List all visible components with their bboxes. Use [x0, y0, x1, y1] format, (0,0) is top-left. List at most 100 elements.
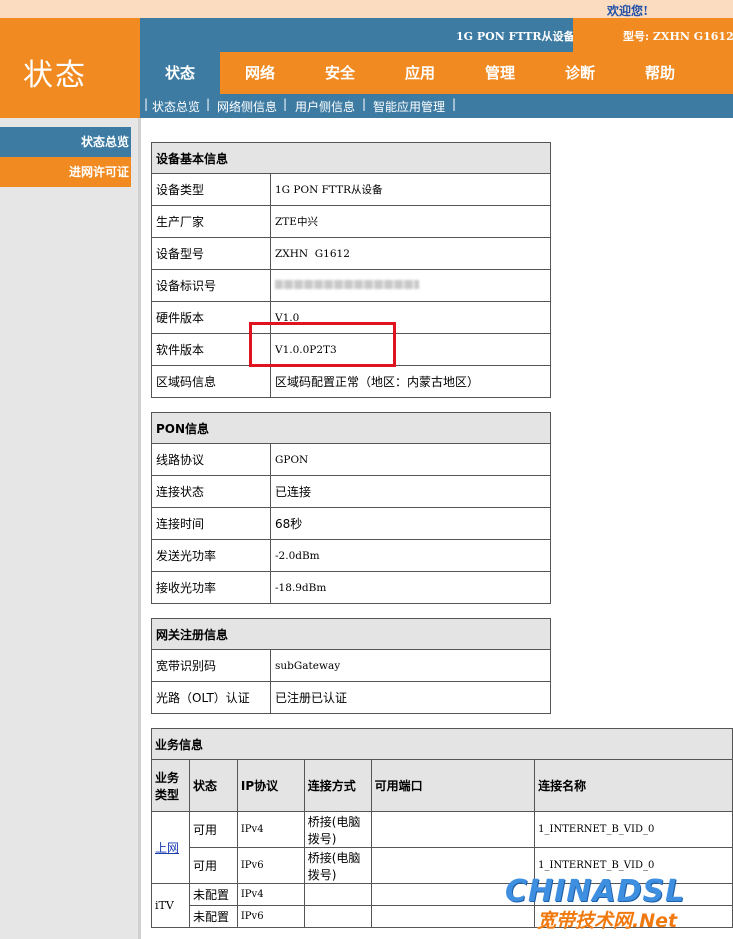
service-type-cell: iTV — [151, 883, 190, 928]
row-label: 连接时间 — [151, 507, 271, 540]
row-label: 连接状态 — [151, 475, 271, 508]
device-info-bar: 1G PON FTTR从设备 型号: ZXHN G1612 — [140, 18, 733, 52]
subnav-separator: | — [452, 97, 457, 111]
gateway-info-table: 网关注册信息 宽带识别码 subGateway 光路（OLT）认证 已注册已认证 — [151, 618, 551, 714]
welcome-text: 欢迎您! — [607, 4, 649, 18]
pon-info-table: PON信息 线路协议 GPON 连接状态 已连接 连接时间 68秒 发送光功率 … — [151, 412, 551, 604]
ip-cell: IPv4 — [236, 883, 305, 906]
name-cell: 1_INTERNET_B_VID_0 — [534, 811, 733, 848]
subnav-separator: | — [206, 97, 211, 111]
main-nav: 状态 网络 安全 应用 管理 诊断 帮助 — [140, 52, 733, 94]
row-label: 设备标识号 — [151, 269, 271, 302]
column-header: 业务类型 — [151, 759, 190, 812]
tab-diagnostics[interactable]: 诊断 — [540, 52, 620, 94]
conn-cell — [303, 883, 372, 906]
sidebar-divider — [138, 118, 141, 939]
ip-cell: IPv6 — [236, 905, 305, 928]
table-row: 发送光功率 -2.0dBm — [151, 539, 551, 572]
table-row: 线路协议 GPON — [151, 443, 551, 476]
service-type-cell: 上网 — [151, 811, 190, 884]
table-row: 生产厂家 ZTE中兴 — [151, 205, 551, 238]
tab-network[interactable]: 网络 — [220, 52, 300, 94]
table-row: 宽带识别码 subGateway — [151, 649, 551, 682]
brand-panel: 状态 — [0, 18, 140, 118]
row-label: 光路（OLT）认证 — [151, 681, 271, 714]
table-row: 连接时间 68秒 — [151, 507, 551, 540]
row-value: ZXHN G1612 — [270, 237, 551, 270]
port-cell — [370, 811, 536, 848]
row-value: 68秒 — [270, 507, 551, 540]
column-header-row: 业务类型 状态 IP协议 连接方式 可用端口 连接名称 — [151, 759, 733, 812]
model-text: 型号: ZXHN G1612 — [623, 30, 733, 43]
model-box: 型号: ZXHN G1612 — [573, 18, 733, 52]
table-row: 光路（OLT）认证 已注册已认证 — [151, 681, 551, 714]
row-label: 区域码信息 — [151, 365, 271, 398]
table-row: 连接状态 已连接 — [151, 475, 551, 508]
sidebar-item-license[interactable]: 进网许可证 — [0, 157, 131, 187]
row-value: 已注册已认证 — [270, 681, 551, 714]
row-label: 设备型号 — [151, 237, 271, 270]
column-header: IP协议 — [236, 759, 305, 812]
column-header: 连接方式 — [303, 759, 372, 812]
table-row: 区域码信息 区域码配置正常（地区：内蒙古地区） — [151, 365, 551, 398]
blurred-serial — [275, 279, 419, 289]
status-cell: 可用 — [188, 847, 238, 884]
service-type-link[interactable]: 上网 — [155, 841, 179, 855]
conn-cell: 桥接(电脑拨号) — [303, 811, 372, 848]
tab-management[interactable]: 管理 — [460, 52, 540, 94]
top-strip: 欢迎您! — [0, 0, 733, 18]
section-title: 网关注册信息 — [151, 618, 551, 650]
row-value: 已连接 — [270, 475, 551, 508]
row-label: 线路协议 — [151, 443, 271, 476]
tab-help[interactable]: 帮助 — [620, 52, 700, 94]
subnav-user-side[interactable]: 用户侧信息 — [295, 98, 355, 115]
subnav-separator: | — [144, 97, 149, 111]
watermark-logo: CHINADSL 宽带技术网.Net — [505, 874, 733, 939]
sub-nav: | 状态总览 | 网络侧信息 | 用户侧信息 | 智能应用管理 | — [140, 94, 733, 118]
watermark-top: CHINADSL — [505, 874, 686, 909]
column-header: 可用端口 — [370, 759, 536, 812]
tab-security[interactable]: 安全 — [300, 52, 380, 94]
row-value: ZTE中兴 — [270, 205, 551, 238]
row-label: 发送光功率 — [151, 539, 271, 572]
subnav-network-side[interactable]: 网络侧信息 — [217, 98, 277, 115]
status-cell: 未配置 — [188, 905, 238, 928]
row-value: GPON — [270, 443, 551, 476]
row-label: 生产厂家 — [151, 205, 271, 238]
subnav-status-overview[interactable]: 状态总览 — [152, 98, 200, 115]
row-label: 设备类型 — [151, 173, 271, 206]
column-header: 状态 — [188, 759, 238, 812]
row-value: -18.9dBm — [270, 571, 551, 604]
page-title: 状态 — [23, 58, 87, 93]
sidebar-item-status-overview[interactable]: 状态总览 — [0, 127, 131, 157]
ip-cell: IPv6 — [236, 847, 305, 884]
table-row: 设备标识号 — [151, 269, 551, 302]
ip-cell: IPv4 — [236, 811, 305, 848]
watermark-bottom: 宽带技术网.Net — [537, 910, 678, 932]
table-row: 上网 可用 IPv4 桥接(电脑拨号) 1_INTERNET_B_VID_0 — [151, 811, 733, 884]
row-value — [270, 269, 551, 302]
row-label: 接收光功率 — [151, 571, 271, 604]
column-header: 连接名称 — [534, 759, 733, 812]
status-cell: 未配置 — [188, 883, 238, 906]
section-title: PON信息 — [151, 412, 551, 444]
subnav-separator: | — [362, 97, 367, 111]
section-title: 业务信息 — [151, 728, 733, 760]
section-title: 设备基本信息 — [151, 142, 551, 174]
row-value: -2.0dBm — [270, 539, 551, 572]
conn-cell — [303, 905, 372, 928]
subnav-separator: | — [283, 97, 288, 111]
table-row: 设备类型 1G PON FTTR从设备 — [151, 173, 551, 206]
row-value: 区域码配置正常（地区：内蒙古地区） — [270, 365, 551, 398]
subnav-smart-app[interactable]: 智能应用管理 — [373, 98, 445, 115]
highlight-box — [249, 322, 396, 367]
row-value: subGateway — [270, 649, 551, 682]
status-cell: 可用 — [188, 811, 238, 848]
device-name: 1G PON FTTR从设备 — [456, 30, 575, 43]
table-row: 设备型号 ZXHN G1612 — [151, 237, 551, 270]
sidebar — [0, 118, 140, 939]
conn-cell: 桥接(电脑拨号) — [303, 847, 372, 884]
tab-status[interactable]: 状态 — [140, 52, 220, 94]
row-value: 1G PON FTTR从设备 — [270, 173, 551, 206]
tab-application[interactable]: 应用 — [380, 52, 460, 94]
